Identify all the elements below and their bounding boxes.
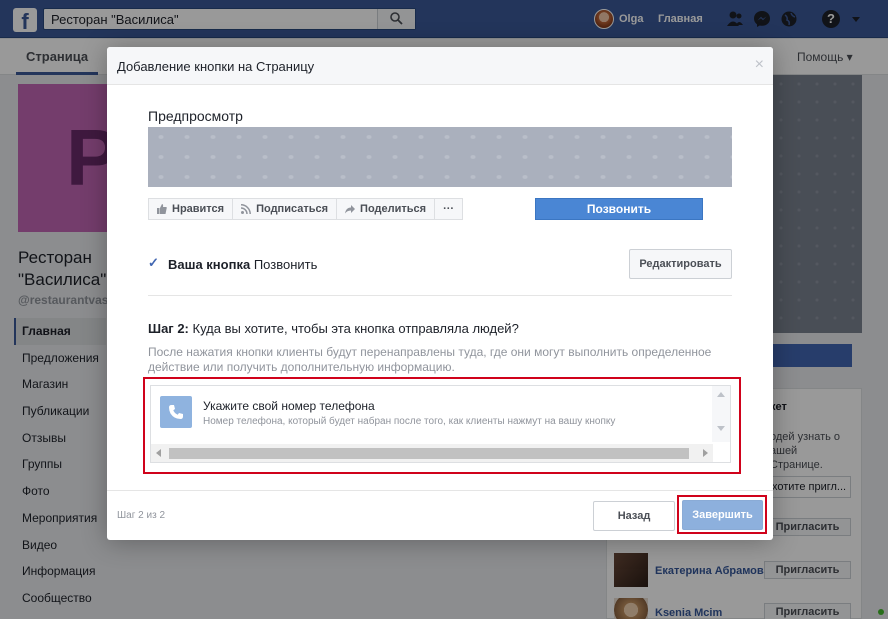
thumbs-up-icon — [157, 204, 167, 214]
dialog-title: Добавление кнопки на Страницу — [117, 59, 315, 74]
horizontal-scrollbar[interactable] — [151, 444, 713, 462]
step-counter: Шаг 2 из 2 — [117, 510, 166, 521]
preview-call-button[interactable]: Позвонить — [535, 198, 703, 220]
preview-heading: Предпросмотр — [148, 108, 243, 124]
scroll-down-arrow-icon[interactable] — [717, 426, 725, 431]
scrollbar-thumb[interactable] — [169, 448, 689, 459]
follow-label: Подписаться — [256, 203, 329, 215]
step-question: Шаг 2: Куда вы хотите, чтобы эта кнопка … — [148, 321, 519, 336]
checkmark-icon: ✓ — [148, 255, 159, 270]
add-button-dialog: Добавление кнопки на Страницу × Предпрос… — [107, 47, 773, 540]
preview-cover-image — [148, 127, 732, 187]
step-label: Шаг 2: — [148, 321, 189, 336]
share-label: Поделиться — [360, 203, 427, 215]
close-icon[interactable]: × — [755, 57, 764, 73]
more-options-button[interactable]: ··· — [434, 198, 464, 220]
option-subtitle: Номер телефона, который будет набран пос… — [203, 416, 616, 427]
your-button-value: Позвонить — [253, 257, 318, 272]
scroll-left-arrow-icon[interactable] — [156, 449, 161, 457]
step-question-text: Куда вы хотите, чтобы эта кнопка отправл… — [192, 321, 519, 336]
option-title: Укажите свой номер телефона — [203, 399, 375, 413]
finish-button[interactable]: Завершить — [682, 500, 763, 530]
destination-option-list: Укажите свой номер телефона Номер телефо… — [150, 385, 731, 463]
scroll-right-arrow-icon[interactable] — [703, 449, 708, 457]
section-divider — [148, 295, 732, 296]
preview-action-bar: Нравится Подписаться Поделиться ··· — [148, 198, 464, 220]
follow-button[interactable]: Подписаться — [232, 198, 338, 220]
like-label: Нравится — [172, 203, 225, 215]
back-button[interactable]: Назад — [593, 501, 675, 531]
your-button-label: Ваша кнопка — [168, 257, 251, 272]
edit-button[interactable]: Редактировать — [629, 249, 732, 279]
rss-follow-icon — [241, 204, 252, 214]
dialog-header: Добавление кнопки на Страницу × — [107, 47, 773, 85]
vertical-scrollbar[interactable] — [712, 386, 730, 442]
more-dots-icon: ··· — [443, 203, 455, 215]
scroll-up-arrow-icon[interactable] — [717, 392, 725, 397]
dialog-footer: Шаг 2 из 2 Назад — [107, 490, 773, 540]
phone-option-tile — [160, 396, 192, 428]
your-button-summary: Ваша кнопка Позвонить — [168, 257, 317, 272]
share-button[interactable]: Поделиться — [336, 198, 436, 220]
like-button[interactable]: Нравится — [148, 198, 234, 220]
step-description: После нажатия кнопки клиенты будут перен… — [148, 345, 712, 374]
share-arrow-icon — [345, 205, 356, 214]
phone-icon — [169, 405, 183, 419]
